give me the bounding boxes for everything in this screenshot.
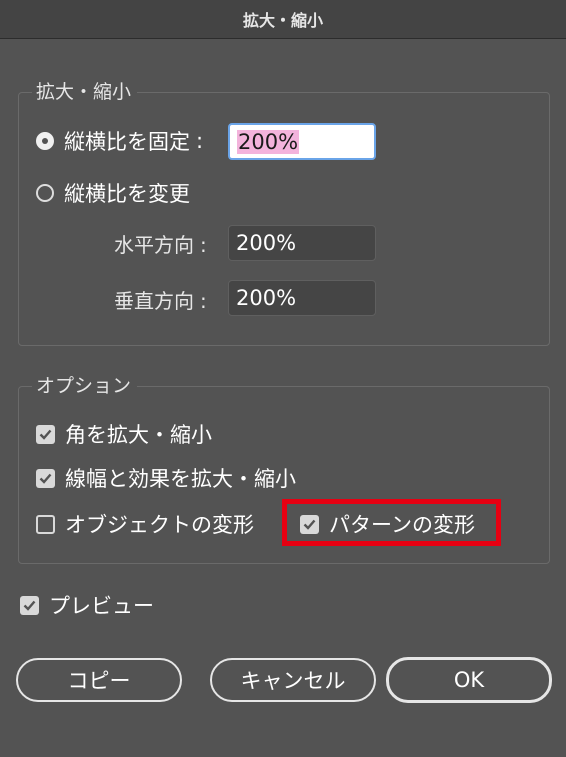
ok-button[interactable]: OK <box>386 657 552 703</box>
checkmark-icon <box>39 429 52 440</box>
scale-strokes-label: 線幅と効果を拡大・縮小 <box>65 467 296 491</box>
highlight-box <box>282 499 501 546</box>
copy-button-label: コピー <box>67 669 131 693</box>
uniform-input[interactable]: 200% <box>228 123 376 160</box>
preview-checkbox[interactable] <box>20 595 39 615</box>
options-group-label: オプション <box>32 374 138 398</box>
non-uniform-option[interactable]: 縦横比を変更 <box>36 178 190 208</box>
non-uniform-label: 縦横比を変更 <box>64 182 190 206</box>
scale-group-label: 拡大・縮小 <box>32 80 138 104</box>
ok-button-label: OK <box>453 668 485 692</box>
dialog-title: 拡大・縮小 <box>242 11 323 30</box>
horizontal-input-value: 200% <box>236 231 297 255</box>
horizontal-input[interactable]: 200% <box>228 225 376 261</box>
scale-corners-checkbox[interactable] <box>36 424 55 444</box>
vertical-label: 垂直方向: <box>114 289 207 313</box>
scale-strokes-option[interactable]: 線幅と効果を拡大・縮小 <box>36 463 296 493</box>
vertical-input[interactable]: 200% <box>228 280 376 316</box>
preview-option[interactable]: プレビュー <box>20 590 154 620</box>
scale-strokes-checkbox[interactable] <box>36 468 55 488</box>
uniform-radio[interactable] <box>36 132 54 150</box>
preview-label: プレビュー <box>49 594 154 618</box>
vertical-input-value: 200% <box>236 286 297 310</box>
non-uniform-radio[interactable] <box>36 184 54 202</box>
checkmark-icon <box>39 473 52 484</box>
copy-button[interactable]: コピー <box>16 658 182 702</box>
uniform-option[interactable]: 縦横比を固定 : <box>36 126 203 156</box>
cancel-button-label: キャンセル <box>240 669 346 693</box>
uniform-label: 縦横比を固定 <box>64 130 190 154</box>
transform-objects-option[interactable]: オブジェクトの変形 <box>36 509 254 539</box>
uniform-input-value: 200% <box>237 129 300 154</box>
horizontal-label: 水平方向: <box>114 233 207 257</box>
transform-objects-label: オブジェクトの変形 <box>65 513 254 537</box>
checkmark-icon <box>23 600 36 611</box>
scale-corners-label: 角を拡大・縮小 <box>65 423 212 447</box>
scale-dialog: 拡大・縮小 拡大・縮小 縦横比を固定 : 200% 縦横比を変更 水平方向: 2… <box>0 0 566 757</box>
title-bar[interactable]: 拡大・縮小 <box>0 0 566 39</box>
cancel-button[interactable]: キャンセル <box>210 658 376 702</box>
transform-objects-checkbox[interactable] <box>36 514 55 534</box>
scale-corners-option[interactable]: 角を拡大・縮小 <box>36 419 212 449</box>
uniform-colon: : <box>196 129 204 153</box>
